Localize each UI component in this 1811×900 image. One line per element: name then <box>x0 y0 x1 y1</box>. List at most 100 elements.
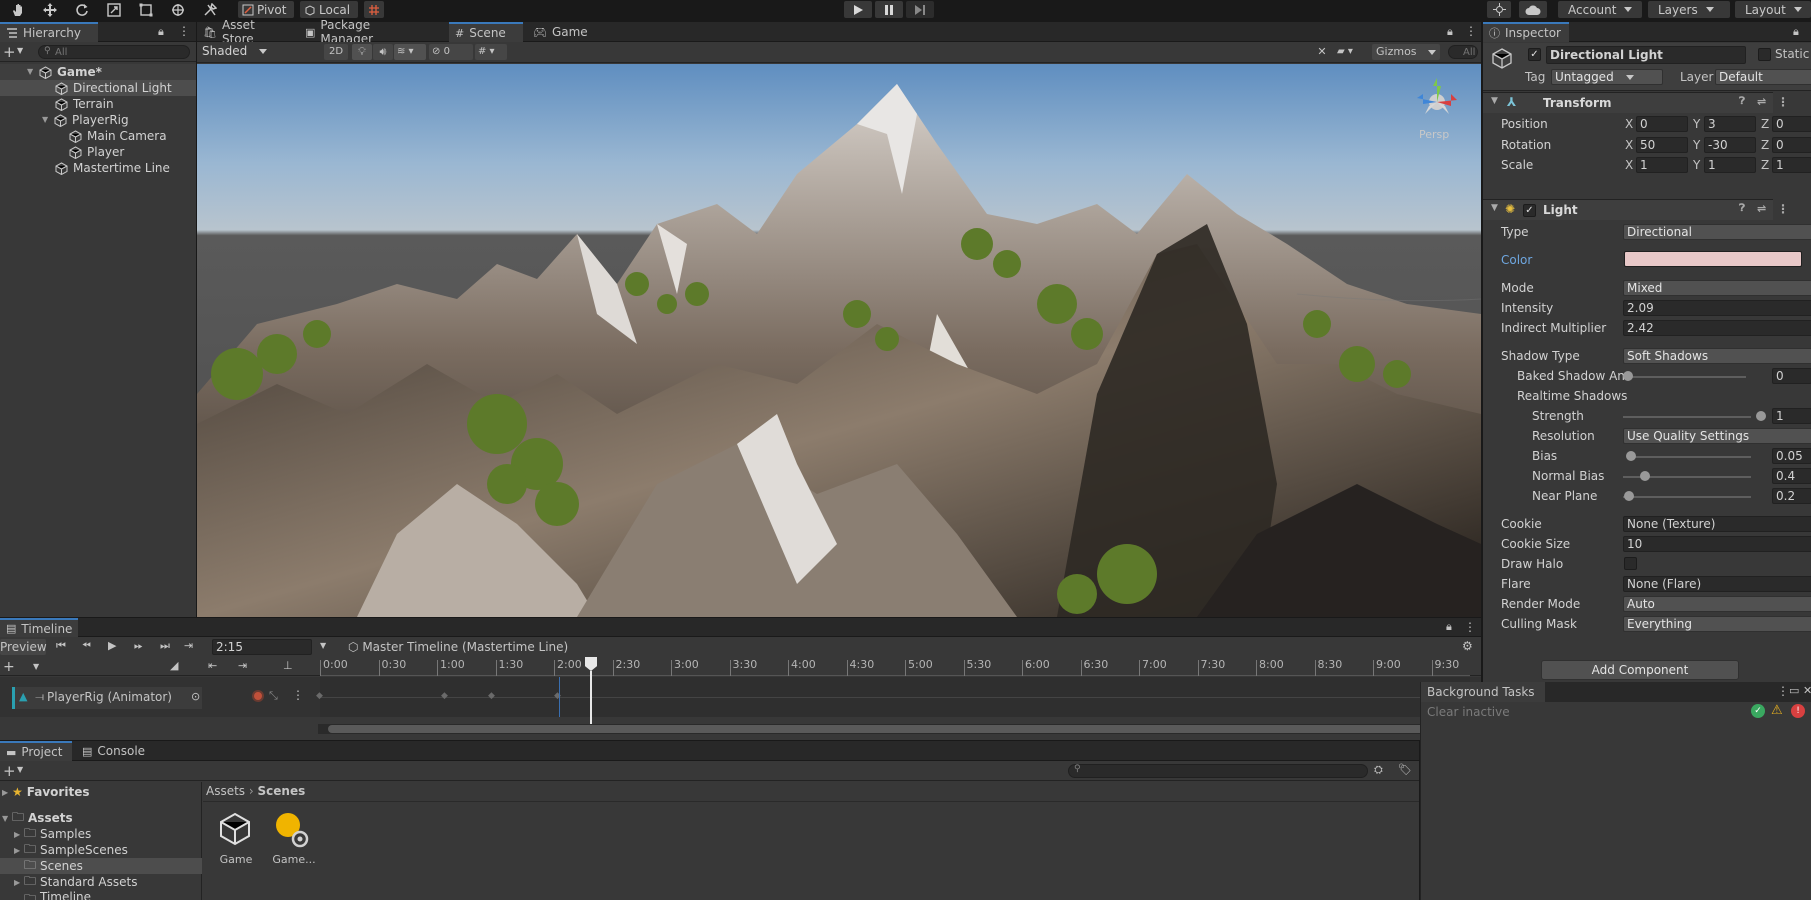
pause-button[interactable] <box>875 1 903 18</box>
near-plane-slider-knob[interactable] <box>1624 491 1634 501</box>
error-icon[interactable]: ! <box>1791 704 1805 718</box>
play-button[interactable] <box>844 1 872 18</box>
label-icon[interactable]: 🏷︎ <box>1398 763 1412 776</box>
cookie-field[interactable]: None (Texture) <box>1623 516 1811 532</box>
fold-arrow-icon[interactable]: ▶ <box>14 846 24 855</box>
baked-shadow-slider-knob[interactable] <box>1623 371 1633 381</box>
pin-icon[interactable]: ⊥ <box>283 659 293 672</box>
ripple-icon[interactable]: ⇥ <box>238 659 247 672</box>
cloud-button[interactable] <box>1519 1 1547 18</box>
layer-dropdown[interactable]: Default <box>1715 69 1811 85</box>
z-axis-label[interactable]: Z <box>1761 117 1769 131</box>
chevron-down-icon[interactable]: ▼ <box>33 662 39 671</box>
fold-arrow-icon[interactable]: ▶ <box>14 830 24 839</box>
tab-hierarchy[interactable]: Hierarchy <box>0 22 98 42</box>
fold-arrow-icon[interactable]: ▼ <box>42 115 52 125</box>
snap-icon[interactable]: ⇤ <box>208 659 217 672</box>
target-icon[interactable]: ⊙ <box>191 690 200 703</box>
more-options-icon[interactable]: ⋮ <box>1777 202 1789 216</box>
position-y-field[interactable]: 3 <box>1704 116 1756 132</box>
camera-dropdown[interactable]: ▰ ▾ <box>1337 44 1369 60</box>
add-icon[interactable]: + <box>3 43 16 61</box>
more-options-icon[interactable]: ⋮ <box>1464 620 1476 634</box>
fold-arrow-icon[interactable]: ▼ <box>1491 96 1498 106</box>
scene-search-input[interactable] <box>1448 45 1478 59</box>
project-tree-standard-assets[interactable]: ▶ 🗀︎ Standard Assets <box>0 874 202 890</box>
step-button[interactable] <box>906 1 934 18</box>
preset-icon[interactable]: ⇌ <box>1757 202 1766 215</box>
go-to-start-icon[interactable]: ⏮ <box>56 639 66 653</box>
tab-console[interactable]: ▤ Console <box>76 741 152 761</box>
tab-timeline[interactable]: ▤ Timeline <box>0 618 78 637</box>
lock-icon[interactable]: 🔒︎ <box>1793 25 1799 39</box>
clear-inactive-button[interactable]: Clear inactive <box>1427 705 1510 719</box>
loop-icon[interactable]: ⇥ <box>184 639 193 652</box>
project-tree-favorites[interactable]: ▶ ★ Favorites <box>0 784 202 800</box>
orientation-gizmo[interactable]: Persp <box>1407 70 1467 141</box>
light-component-header[interactable]: ▼ ✺ ✓ Light ❓︎ ⇌ ⋮ <box>1483 199 1789 220</box>
near-plane-slider-track[interactable] <box>1623 496 1751 498</box>
track-header[interactable]: ▲ ⟞ PlayerRig (Animator) ⊙ <box>12 687 202 709</box>
breadcrumb-root[interactable]: Assets <box>206 784 245 798</box>
normal-bias-slider-knob[interactable] <box>1640 471 1650 481</box>
flare-field[interactable]: None (Flare) <box>1623 576 1811 592</box>
audio-toggle[interactable]: 🔊︎ <box>373 44 393 60</box>
active-checkbox[interactable]: ✓ <box>1528 48 1541 61</box>
baked-shadow-field[interactable]: 0 <box>1772 368 1811 384</box>
timeline-time-field[interactable]: 2:15 <box>212 639 312 655</box>
preset-icon[interactable]: ⇌ <box>1757 95 1766 108</box>
tools-icon[interactable]: ✕ <box>1312 44 1332 60</box>
render-mode-dropdown[interactable]: Auto <box>1623 596 1811 612</box>
culling-mask-dropdown[interactable]: Everything <box>1623 616 1811 632</box>
keyframe-icon[interactable]: ◆ <box>488 691 495 701</box>
fold-arrow-icon[interactable]: ▼ <box>2 814 12 823</box>
close-icon[interactable]: ✕ <box>1803 684 1811 697</box>
2d-toggle[interactable]: 2D <box>324 44 348 60</box>
tab-asset-store[interactable]: 🛍︎ Asset Store <box>197 18 292 46</box>
z-axis-label[interactable]: Z <box>1761 158 1769 172</box>
strength-slider-track[interactable] <box>1623 416 1751 418</box>
scale-tool-icon[interactable] <box>104 1 124 18</box>
tab-project[interactable]: ▬ Project <box>0 741 72 761</box>
x-axis-label[interactable]: X <box>1625 117 1633 131</box>
success-icon[interactable]: ✓ <box>1751 704 1765 718</box>
hierarchy-item-mastertime-line[interactable]: Mastertime Line <box>0 160 196 176</box>
fold-arrow-icon[interactable]: ▶ <box>2 788 12 797</box>
shadow-type-dropdown[interactable]: Soft Shadows <box>1623 348 1811 364</box>
scale-z-field[interactable]: 1 <box>1772 157 1811 173</box>
layers-dropdown[interactable]: Layers <box>1648 1 1730 18</box>
asset-game-scene[interactable]: Game <box>210 811 262 881</box>
search-by-type-icon[interactable]: ⛭ <box>1374 763 1383 777</box>
more-options-icon[interactable]: ⋮ <box>1777 95 1789 109</box>
project-search-input[interactable] <box>1068 764 1368 778</box>
scale-y-field[interactable]: 1 <box>1704 157 1756 173</box>
pivot-toggle[interactable]: Pivot <box>238 1 294 18</box>
hierarchy-item-directional-light[interactable]: Directional Light <box>0 80 196 96</box>
timeline-ruler[interactable]: 0:00 0:30 1:00 1:30 2:00 2:30 3:00 3:30 4:00 4:30… <box>320 658 1470 676</box>
mode-dropdown[interactable]: Mixed <box>1623 280 1811 296</box>
hierarchy-item-playerrig[interactable]: ▼ PlayerRig <box>0 112 196 128</box>
tab-inspector[interactable]: ⓘ Inspector <box>1483 22 1569 42</box>
type-dropdown[interactable]: Directional <box>1623 224 1811 240</box>
custom-tools-icon[interactable] <box>200 1 220 18</box>
perspective-label[interactable]: Persp <box>1419 128 1449 141</box>
rotation-y-field[interactable]: -30 <box>1704 137 1756 153</box>
light-enabled-checkbox[interactable]: ✓ <box>1523 204 1536 217</box>
layout-dropdown[interactable]: Layout <box>1735 1 1811 18</box>
curve-icon[interactable]: ⤡ <box>269 689 278 703</box>
add-component-button[interactable]: Add Component <box>1541 660 1739 680</box>
breadcrumb-current[interactable]: Scenes <box>258 784 306 798</box>
effects-dropdown[interactable]: ≋ ▾ <box>394 44 426 60</box>
timeline-scrollbar-thumb[interactable] <box>328 725 1478 733</box>
lock-icon[interactable]: 🔒︎ <box>1447 25 1453 39</box>
go-to-end-icon[interactable]: ⏭ <box>160 639 170 653</box>
keyframe-icon[interactable]: ◆ <box>441 691 448 701</box>
position-x-field[interactable]: 0 <box>1636 116 1688 132</box>
maximize-icon[interactable]: ▭ <box>1789 684 1799 697</box>
bias-field[interactable]: 0.05 <box>1772 448 1811 464</box>
z-axis-label[interactable]: Z <box>1761 138 1769 152</box>
chevron-down-icon[interactable]: ▼ <box>17 46 23 55</box>
chevron-down-icon[interactable]: ▼ <box>320 641 326 650</box>
project-tree-timeline[interactable]: 🗀︎ Timeline <box>0 890 202 900</box>
gizmos-dropdown[interactable]: Gizmos <box>1372 44 1440 60</box>
